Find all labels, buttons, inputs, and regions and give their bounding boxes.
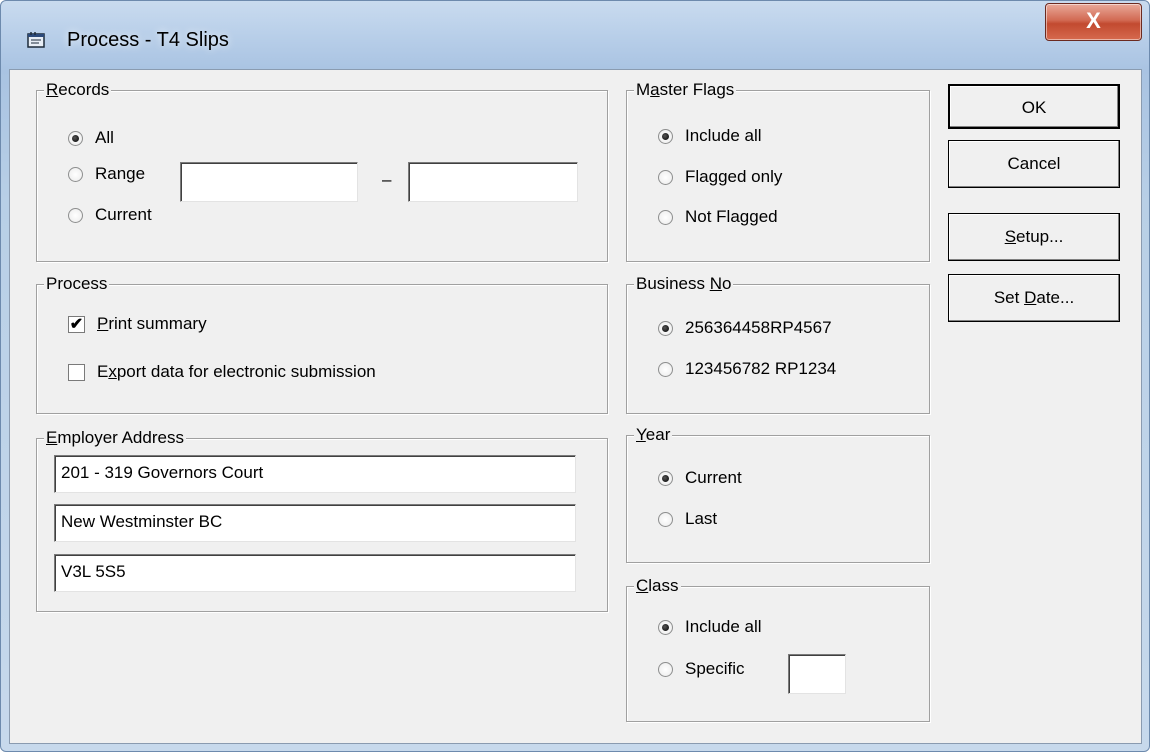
year-current-option[interactable]: Current	[658, 468, 742, 488]
class-group	[626, 586, 930, 722]
address-line3-field[interactable]: V3L 5S5	[54, 554, 576, 592]
title-bar[interactable]: Process - T4 Slips X	[1, 1, 1149, 69]
flags-include-all-option[interactable]: Include all	[658, 126, 762, 146]
process-group	[36, 284, 608, 414]
records-range-option[interactable]: Range	[68, 164, 145, 184]
dialog-window: Process - T4 Slips X Records All Range –…	[0, 0, 1150, 752]
year-last-option[interactable]: Last	[658, 509, 717, 529]
setup-button[interactable]: Setup...	[948, 213, 1120, 261]
business-no-group	[626, 284, 930, 414]
app-icon	[27, 32, 45, 48]
year-last-radio[interactable]	[658, 511, 673, 527]
print-summary-checkbox[interactable]: ✔	[68, 315, 85, 333]
range-to-field[interactable]	[408, 162, 578, 202]
flags-flagged-only-option[interactable]: Flagged only	[658, 167, 782, 187]
business-no-group-title: Business No	[634, 273, 734, 295]
records-all-option[interactable]: All	[68, 128, 114, 148]
year-current-radio[interactable]	[658, 470, 673, 486]
flags-flagged-only-radio[interactable]	[658, 169, 673, 185]
address-line2-field[interactable]: New Westminster BC	[54, 504, 576, 542]
class-specific-option[interactable]: Specific	[658, 659, 745, 679]
print-summary-option[interactable]: ✔ Print summary	[68, 314, 207, 334]
business-no-radio-1[interactable]	[658, 320, 673, 336]
range-separator: –	[382, 170, 392, 189]
records-current-radio[interactable]	[68, 207, 83, 223]
class-specific-radio[interactable]	[658, 661, 673, 677]
employer-address-group-title: Employer Address	[44, 427, 186, 449]
set-date-button[interactable]: Set Date...	[948, 274, 1120, 322]
year-group-title: Year	[634, 424, 673, 446]
class-include-all-option[interactable]: Include all	[658, 617, 762, 637]
cancel-button[interactable]: Cancel	[948, 140, 1120, 188]
dialog-client-area: Records All Range – Current Process ✔ Pr…	[9, 69, 1142, 744]
range-from-field[interactable]	[180, 162, 358, 202]
ok-button[interactable]: OK	[948, 84, 1120, 129]
export-data-option[interactable]: Export data for electronic submission	[68, 362, 376, 382]
window-title: Process - T4 Slips	[67, 29, 229, 51]
records-all-radio[interactable]	[68, 130, 83, 146]
records-current-option[interactable]: Current	[68, 205, 152, 225]
process-group-title: Process	[44, 273, 110, 295]
flags-include-all-radio[interactable]	[658, 128, 673, 144]
class-include-all-radio[interactable]	[658, 619, 673, 635]
business-no-radio-2[interactable]	[658, 361, 673, 377]
records-group-title: Records	[44, 79, 112, 101]
business-no-option-2[interactable]: 123456782 RP1234	[658, 359, 836, 379]
close-button[interactable]: X	[1045, 3, 1142, 41]
flags-not-flagged-radio[interactable]	[658, 209, 673, 225]
master-flags-group-title: Master Flags	[634, 79, 737, 101]
business-no-option-1[interactable]: 256364458RP4567	[658, 318, 832, 338]
export-data-checkbox[interactable]	[68, 363, 85, 381]
year-group	[626, 435, 930, 563]
flags-not-flagged-option[interactable]: Not Flagged	[658, 207, 778, 227]
class-specific-field[interactable]	[788, 654, 846, 694]
records-range-radio[interactable]	[68, 166, 83, 182]
address-line1-field[interactable]: 201 - 319 Governors Court	[54, 455, 576, 493]
class-group-title: Class	[634, 575, 681, 597]
